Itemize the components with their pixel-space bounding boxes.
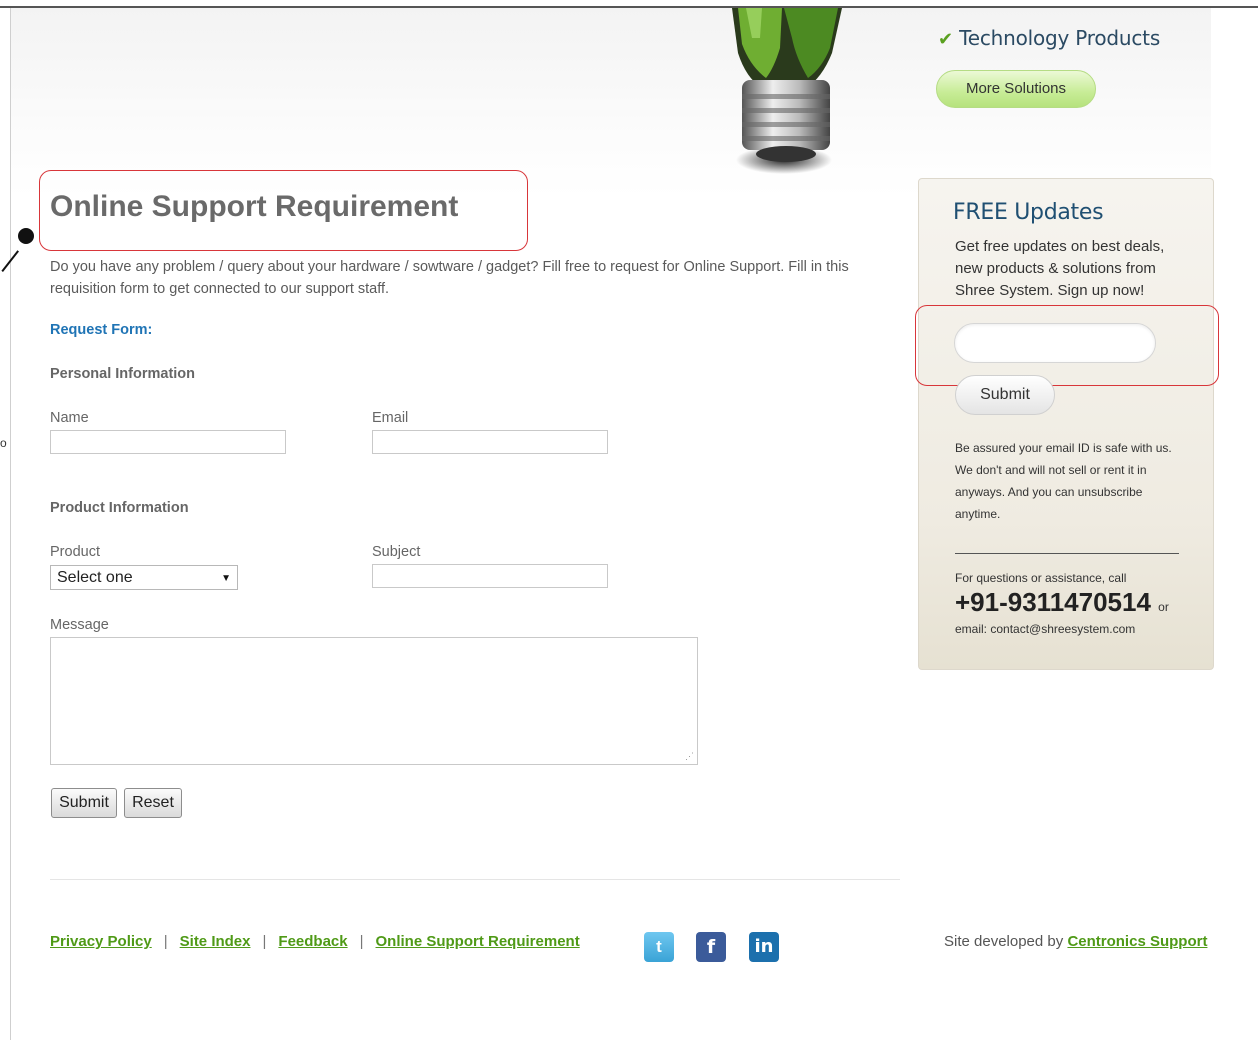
linkedin-icon[interactable]: in (749, 932, 779, 962)
subject-label: Subject (372, 544, 421, 560)
page-title: Online Support Requirement (50, 190, 459, 223)
resize-handle-icon[interactable]: ⋰ (685, 751, 694, 762)
footer-separator: | (359, 933, 364, 950)
submit-button[interactable]: Submit (51, 788, 117, 818)
free-updates-description: Get free updates on best deals, new prod… (955, 238, 1165, 299)
product-label: Product (50, 544, 100, 560)
footer-link-site-index[interactable]: Site Index (180, 933, 251, 950)
footer-link-privacy-policy[interactable]: Privacy Policy (50, 933, 152, 950)
subject-input[interactable] (372, 564, 608, 588)
privacy-note: Be assured your email ID is safe with us… (955, 441, 1172, 521)
light-bulb-illustration (732, 8, 842, 174)
or-text: or (1158, 600, 1169, 614)
annotation-side-text: o (0, 436, 7, 450)
email-label: Email (372, 410, 409, 426)
contact-email: email: contact@shreesystem.com (955, 622, 1136, 636)
footer-separator: | (262, 933, 267, 950)
footer-links: Privacy Policy | Site Index | Feedback | Onlin… (50, 933, 580, 950)
phone-number: +91-9311470514 or (955, 587, 1169, 618)
developer-credit-text: Site developed by (944, 933, 1064, 950)
annotation-marker-dot (18, 228, 34, 244)
facebook-icon[interactable]: f (696, 932, 726, 962)
checkmark-icon: ✔ (938, 29, 954, 50)
message-label: Message (50, 617, 109, 633)
left-border (10, 8, 11, 1040)
name-input[interactable] (50, 430, 286, 454)
personal-info-heading: Personal Information (50, 366, 196, 382)
more-solutions-button[interactable]: More Solutions (936, 70, 1096, 108)
footer-separator: | (163, 933, 168, 950)
questions-text: For questions or assistance, call (955, 571, 1127, 585)
request-form-heading: Request Form: (50, 322, 153, 338)
twitter-icon[interactable]: t (644, 932, 674, 962)
free-updates-title: FREE Updates (953, 200, 1104, 225)
newsletter-email-input[interactable] (954, 323, 1156, 363)
phone-number-value: +91-9311470514 (955, 587, 1151, 617)
intro-paragraph: Do you have any problem / query about yo… (50, 259, 849, 297)
email-input[interactable] (372, 430, 608, 454)
message-textarea[interactable]: ⋰ (50, 637, 698, 765)
developer-credit: Site developed by Centronics Support (944, 933, 1207, 950)
developer-link[interactable]: Centronics Support (1067, 933, 1207, 950)
dropdown-arrow-icon: ▼ (221, 573, 231, 584)
solutions-list-item: ✔ Technology Products (938, 26, 1161, 50)
name-label: Name (50, 410, 89, 426)
product-select[interactable]: Select one ▼ (50, 565, 238, 590)
footer-link-online-support[interactable]: Online Support Requirement (376, 933, 580, 950)
reset-button[interactable]: Reset (124, 788, 182, 818)
product-info-heading: Product Information (50, 500, 189, 516)
panel-divider (955, 553, 1179, 554)
footer-divider (50, 879, 900, 880)
newsletter-submit-button[interactable]: Submit (955, 375, 1055, 415)
product-select-value: Select one (57, 569, 133, 586)
footer-link-feedback[interactable]: Feedback (278, 933, 347, 950)
